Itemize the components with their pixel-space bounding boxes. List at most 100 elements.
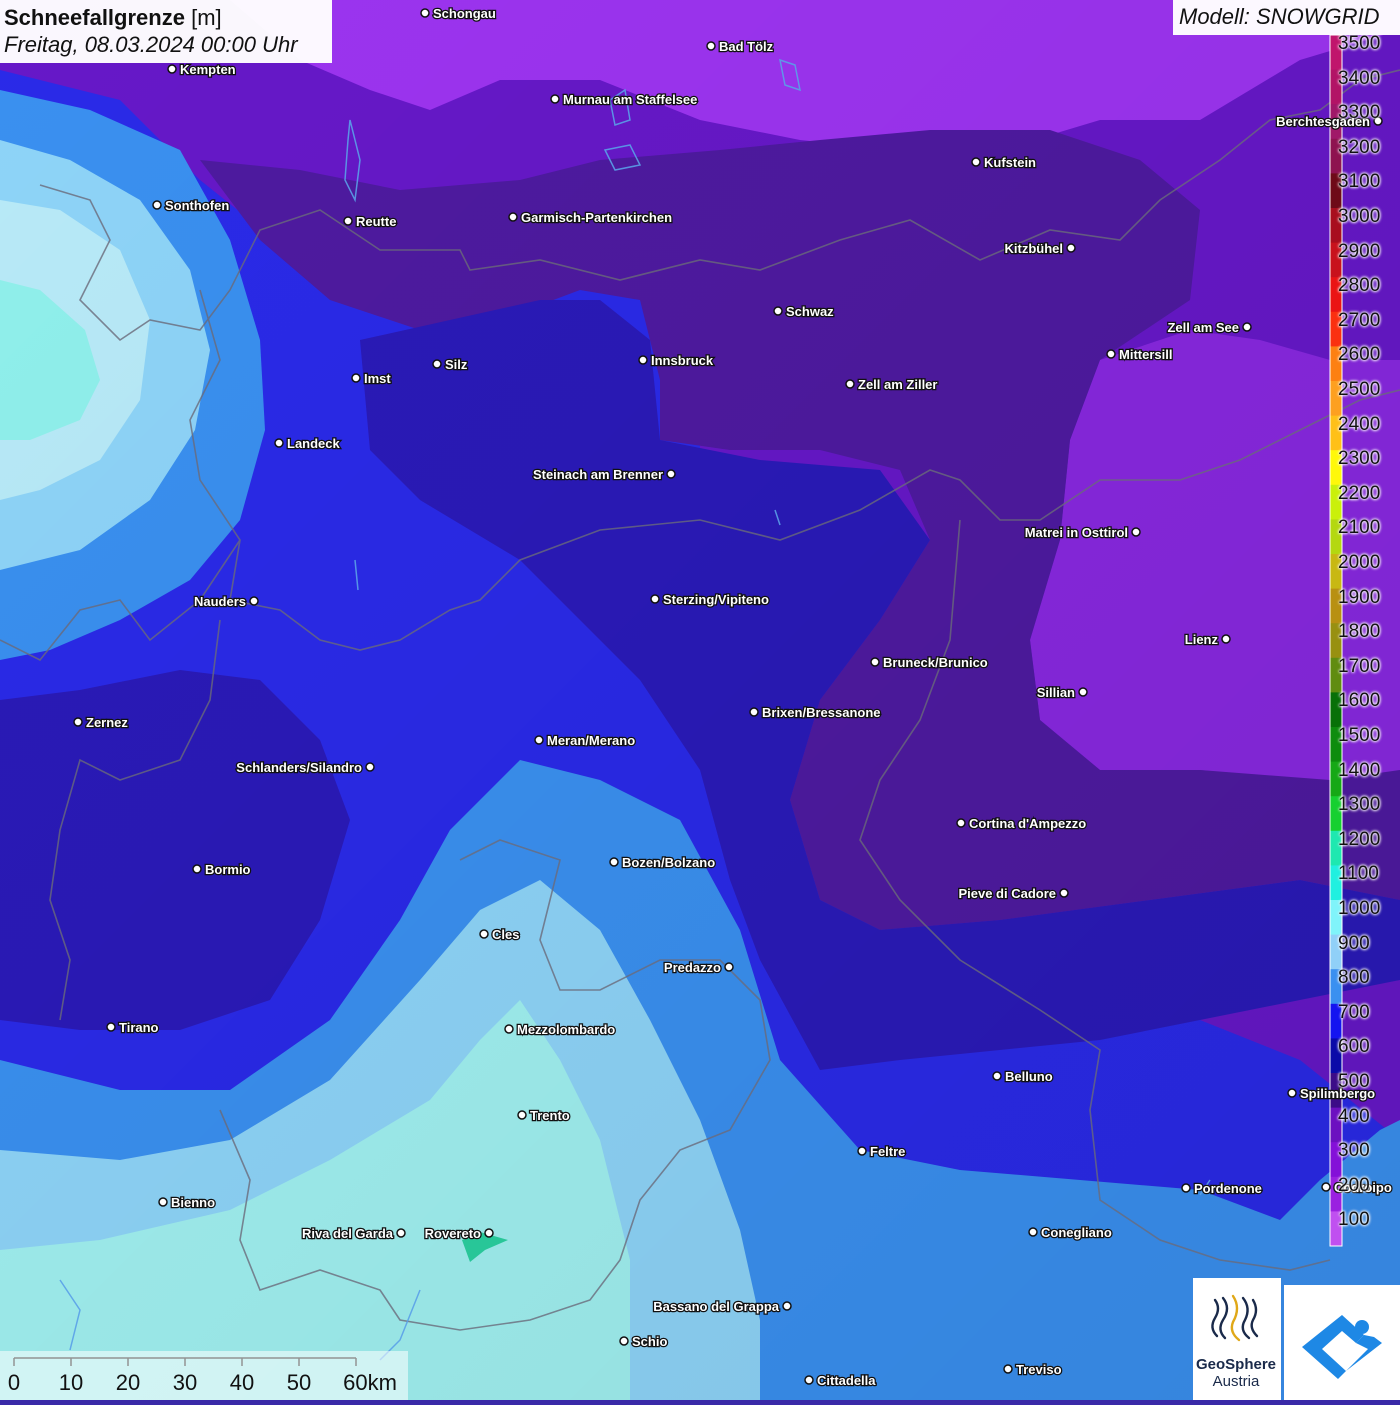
legend-label: 3100 [1338, 171, 1381, 193]
city-dot [666, 469, 676, 479]
city-dot [504, 1024, 514, 1034]
city-dot [432, 359, 442, 369]
city-dot [638, 355, 648, 365]
city-label: Schongau [433, 6, 496, 21]
city-label: Trento [530, 1108, 570, 1123]
city-dot [992, 1071, 1002, 1081]
city-marker[interactable]: Bassano del Grappa [652, 1298, 792, 1315]
city-marker[interactable]: Garmisch-Partenkirchen [508, 209, 673, 226]
app-logo[interactable] [1284, 1285, 1400, 1400]
city-marker[interactable]: Zell am Ziller [845, 376, 939, 393]
city-dot [106, 1022, 116, 1032]
city-label: Schlanders/Silandro [236, 760, 362, 775]
city-label: Murnau am Staffelsee [563, 92, 697, 107]
map-title: Schneefallgrenze [m] [4, 4, 332, 31]
city-label: Bienno [171, 1195, 215, 1210]
legend-label: 3200 [1338, 136, 1381, 158]
legend-label: 100 [1338, 1209, 1370, 1231]
city-dot [1059, 888, 1069, 898]
city-marker[interactable]: Meran/Merano [534, 732, 636, 749]
city-label: Bad Tölz [719, 39, 774, 54]
city-dot [152, 200, 162, 210]
city-marker[interactable]: Pordenone [1181, 1180, 1263, 1197]
city-dot [1181, 1183, 1191, 1193]
city-marker[interactable]: Mezzolombardo [504, 1021, 617, 1038]
city-marker[interactable]: Bruneck/Brunico [870, 654, 989, 671]
city-dot [619, 1336, 629, 1346]
legend-label: 1700 [1338, 655, 1381, 677]
city-dot [956, 818, 966, 828]
legend-label: 600 [1338, 1036, 1370, 1058]
city-label: Mezzolombardo [517, 1022, 615, 1037]
legend-label: 500 [1338, 1071, 1370, 1092]
city-dot [1242, 322, 1252, 332]
legend-label: 3000 [1338, 206, 1381, 227]
legend-label: 1800 [1338, 621, 1381, 643]
legend-label: 700 [1338, 1001, 1370, 1023]
legend-label: 1200 [1338, 828, 1381, 850]
legend-label: 300 [1338, 1140, 1370, 1162]
map-datetime: Freitag, 08.03.2024 00:00 Uhr [4, 32, 298, 57]
city-marker[interactable]: Murnau am Staffelsee [550, 91, 699, 108]
city-marker[interactable]: Sonthofen [152, 197, 231, 214]
snowflake-mountain-icon [1302, 1315, 1382, 1379]
city-label: Belluno [1005, 1069, 1053, 1084]
city-label: Mittersill [1119, 347, 1172, 362]
city-dot [971, 157, 981, 167]
legend-label: 900 [1338, 932, 1370, 954]
city-marker[interactable]: Schlanders/Silandro [235, 759, 375, 776]
city-dot [249, 596, 259, 606]
city-label: Predazzo [664, 960, 721, 975]
city-label: Kitzbühel [1005, 241, 1064, 256]
city-label: Imst [364, 371, 391, 386]
city-marker[interactable]: Steinach am Brenner [532, 466, 676, 483]
legend-label: 2900 [1338, 240, 1381, 262]
city-marker[interactable]: Schongau [420, 5, 497, 22]
city-label: Cortina d'Ampezzo [969, 816, 1086, 831]
city-label: Bozen/Bolzano [622, 855, 715, 870]
city-dot [396, 1228, 406, 1238]
city-dot [508, 212, 518, 222]
city-label: Reutte [356, 214, 396, 229]
legend-label: 1500 [1338, 725, 1381, 746]
city-label: Sillian [1037, 685, 1075, 700]
city-label: Nauders [194, 594, 246, 609]
scale-label: 30 [172, 1370, 198, 1395]
city-marker[interactable]: Riva del Garda [301, 1225, 406, 1242]
city-marker[interactable]: Zell am See [1166, 319, 1252, 336]
city-dot [1078, 687, 1088, 697]
legend-label: 2700 [1338, 309, 1381, 331]
city-marker[interactable]: Bozen/Bolzano [609, 854, 717, 871]
title-unit: [m] [191, 5, 222, 30]
snowline-map[interactable]: Schongau Bad Tölz Kempten Murnau am Staffel… [0, 0, 1400, 1400]
city-dot [351, 373, 361, 383]
city-dot [534, 735, 544, 745]
city-marker[interactable]: Cortina d'Ampezzo [956, 815, 1088, 832]
city-label: Steinach am Brenner [533, 467, 663, 482]
city-dot [365, 762, 375, 772]
legend-label: 2500 [1338, 379, 1381, 400]
city-dot [1321, 1182, 1331, 1192]
city-dot [1106, 349, 1116, 359]
city-dot [167, 64, 177, 74]
legend-label: 1100 [1338, 863, 1379, 885]
city-marker[interactable]: Conegliano [1028, 1224, 1113, 1241]
city-marker[interactable]: Sterzing/Vipiteno [650, 591, 770, 608]
austria-text: Austria [1212, 1373, 1260, 1390]
city-marker[interactable]: Pieve di Cadore [957, 885, 1069, 902]
city-label: Garmisch-Partenkirchen [521, 210, 672, 225]
legend-label: 3400 [1338, 67, 1381, 89]
city-marker[interactable]: Innsbruck [638, 352, 715, 369]
city-marker[interactable]: Brixen/Bressanone [749, 704, 882, 721]
city-dot [706, 41, 716, 51]
legend-label: 800 [1338, 967, 1370, 989]
city-dot [1003, 1364, 1013, 1374]
city-marker[interactable]: Matrei in Osttirol [1023, 524, 1141, 541]
model-label: Modell: SNOWGRID [1173, 0, 1400, 35]
scale-label: 40 [229, 1370, 255, 1395]
city-label: Sterzing/Vipiteno [663, 592, 769, 607]
legend-label: 2000 [1338, 552, 1381, 573]
city-dot [274, 438, 284, 448]
city-label: Kufstein [984, 155, 1036, 170]
geosphere-logo[interactable]: GeoSphere Austria [1193, 1278, 1281, 1400]
